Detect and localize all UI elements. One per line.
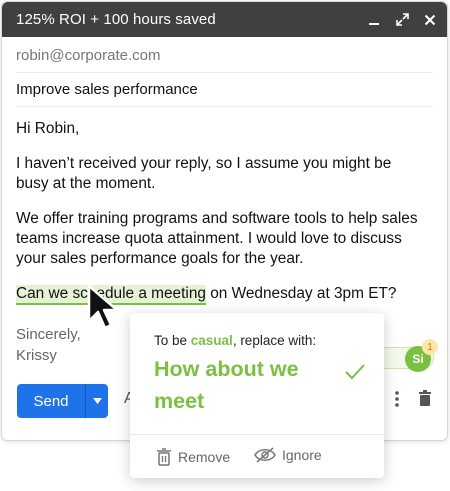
remove-button[interactable]: Remove	[156, 447, 230, 467]
suggestion-popup: To be casual, replace with: How about we…	[130, 313, 384, 478]
popup-divider	[130, 434, 384, 435]
suggestion-hint: To be casual, replace with:	[154, 333, 316, 348]
ignore-button[interactable]: Ignore	[254, 447, 322, 463]
titlebar: 125% ROI + 100 hours saved	[2, 2, 447, 37]
body-paragraph-3: Can we schedule a meeting on Wednesday a…	[16, 284, 426, 305]
body-paragraph-1: I haven’t received your reply, so I assu…	[16, 155, 392, 192]
replacement-suggestion[interactable]: How about we meet	[154, 353, 329, 417]
signoff-line-2: Krissy	[16, 347, 57, 364]
trash-icon	[157, 448, 171, 466]
body-paragraph-2: We offer training programs and software …	[16, 210, 418, 267]
more-options-icon[interactable]	[394, 390, 400, 413]
hint-tone: casual	[190, 333, 233, 348]
window-title: 125% ROI + 100 hours saved	[16, 11, 216, 28]
paragraph-3-rest: on Wednesday at 3pm ET?	[205, 285, 397, 302]
send-options-button[interactable]	[85, 384, 108, 418]
discard-icon[interactable]	[418, 390, 432, 412]
caret-down-icon	[92, 398, 102, 404]
greeting: Hi Robin,	[16, 120, 80, 137]
window-controls	[367, 13, 437, 27]
to-field[interactable]: robin@corporate.com	[16, 39, 433, 73]
mouse-pointer-icon	[86, 283, 126, 336]
message-body[interactable]: Hi Robin, I haven’t received your reply,…	[16, 119, 426, 319]
subject-field[interactable]: Improve sales performance	[16, 73, 433, 107]
suggestion-count-badge: 1	[422, 339, 438, 355]
accept-checkmark-icon[interactable]	[344, 363, 366, 386]
send-button[interactable]: Send	[17, 384, 85, 418]
close-icon[interactable]	[423, 13, 437, 27]
signoff: Sincerely, Krissy	[16, 324, 81, 366]
expand-icon[interactable]	[395, 13, 409, 27]
to-value: robin@corporate.com	[16, 47, 161, 64]
send-group: Send	[17, 384, 108, 418]
signoff-line-1: Sincerely,	[16, 326, 81, 343]
hint-prefix: To be	[154, 333, 191, 348]
hint-suffix: , replace with:	[232, 333, 317, 348]
subject-value: Improve sales performance	[16, 81, 198, 98]
remove-label: Remove	[178, 449, 231, 465]
eye-off-icon	[254, 447, 276, 463]
minimize-icon[interactable]	[367, 13, 381, 27]
ignore-label: Ignore	[282, 447, 322, 463]
